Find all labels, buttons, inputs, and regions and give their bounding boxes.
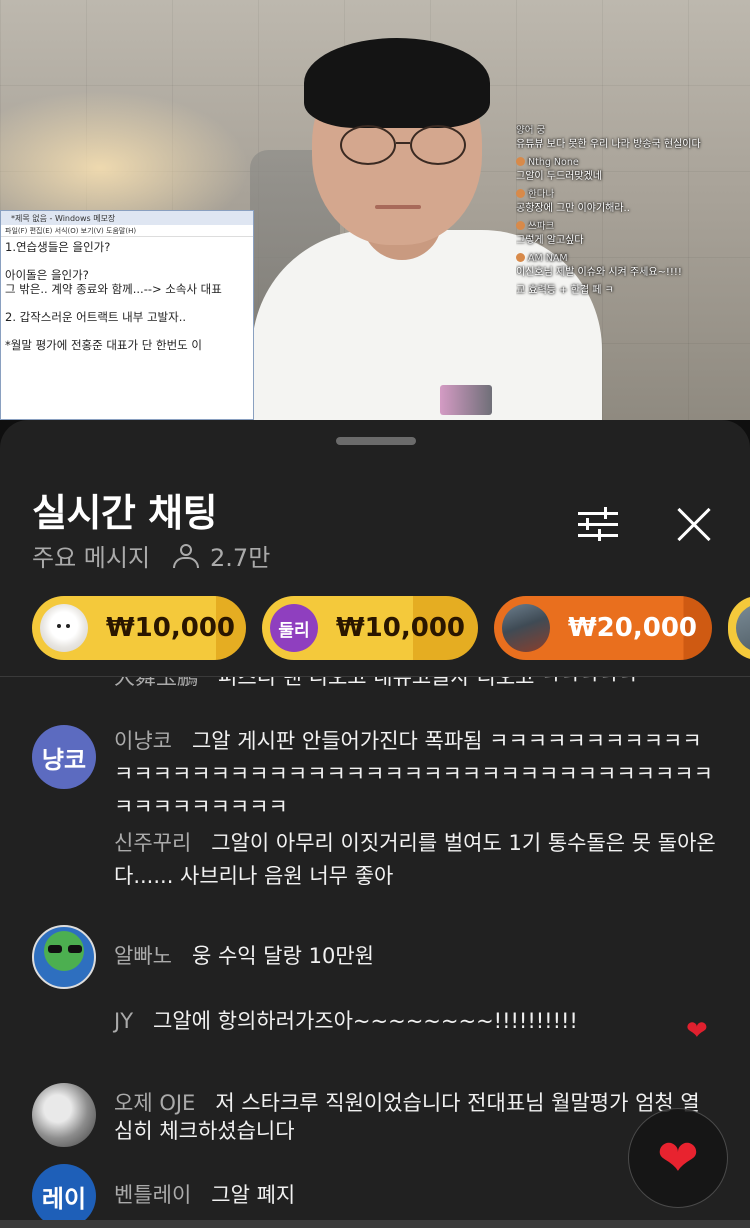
heart-icon: ❤ — [657, 1129, 699, 1187]
glasses-bridge — [396, 142, 410, 144]
message-author[interactable]: 벤틀레이 — [114, 1183, 191, 1207]
notepad-title: *제목 없음 - Windows 메모장 — [1, 211, 253, 225]
avatar[interactable]: 레이 — [32, 1164, 96, 1228]
message-text: 그알 게시판 안들어가진다 폭파됨 ㅋㅋㅋㅋㅋㅋㅋㅋㅋㅋㅋㅋㅋㅋㅋㅋㅋㅋㅋㅋㅋㅋ… — [114, 729, 713, 819]
chat-mode-label[interactable]: 주요 메시지 — [32, 538, 150, 573]
background-lamp — [0, 90, 250, 220]
overlay-chat-text: 그알이 두드러맞겠네 — [516, 171, 602, 182]
stream-chat-overlay: 양어 궁 유튜뷰 보다 못한 우리 나라 방송국 현실이다 Nthg None … — [516, 124, 750, 420]
notepad-window: *제목 없음 - Windows 메모장 파일(F) 편집(E) 서식(O) 보… — [0, 210, 254, 420]
overlay-chat-item: 쓰파크 그렇게 알고싶다 — [516, 220, 750, 248]
message-text: 그알이 아무리 이짓거리를 벌여도 1기 통수돌은 못 돌아온다...... 사… — [114, 831, 716, 888]
message-body: 大舞玉鵬 퍼즈디 랜 디오고 내뷰고글자 디오고 ㅋㅋㅋㅋㅋ — [114, 677, 718, 691]
user-dot-icon — [516, 253, 525, 262]
shirt-print — [440, 385, 492, 415]
drag-handle[interactable] — [336, 437, 416, 445]
message-author[interactable]: 오제 OJE — [114, 1091, 195, 1115]
video-player[interactable]: *제목 없음 - Windows 메모장 파일(F) 편집(E) 서식(O) 보… — [0, 0, 750, 420]
message-body: 벤틀레이 그알 폐지 — [114, 1181, 718, 1209]
overlay-chat-name-row: Nthg None — [516, 156, 750, 170]
ticker-item[interactable]: 둘리 ₩10,000 — [262, 596, 478, 660]
glasses-right — [410, 125, 466, 165]
message-author[interactable]: 이냥코 — [114, 729, 172, 753]
chat-subheader: 주요 메시지 2.7만 — [32, 538, 270, 573]
ticker-item[interactable] — [728, 596, 750, 660]
avatar[interactable]: 냥코 — [32, 725, 96, 789]
overlay-chat-item: 양어 궁 유튜뷰 보다 못한 우리 나라 방송국 현실이다 — [516, 124, 750, 152]
message-body: 오제 OJE 저 스타크루 직원이었습니다 전대표님 월말평가 엄청 열심히 체크… — [114, 1089, 702, 1145]
user-dot-icon — [516, 157, 525, 166]
overlay-chat-name-row: 한다나 — [516, 188, 750, 202]
streamer-mouth — [375, 205, 421, 209]
overlay-chat-name: Nthg None — [528, 157, 579, 168]
ticker-amount: ₩10,000 — [106, 613, 236, 643]
close-icon[interactable] — [674, 506, 712, 544]
notepad-body: 1.연습생들은 을인가? 아이돌은 을인가? 그 밖은.. 계약 종료와 함께.… — [5, 240, 222, 352]
ticker-item[interactable]: ₩20,000 — [494, 596, 712, 660]
message-body: 이냥코 그알 게시판 안들어가진다 폭파됨 ㅋㅋㅋㅋㅋㅋㅋㅋㅋㅋㅋㅋㅋㅋㅋㅋㅋㅋㅋ… — [114, 725, 718, 824]
tune-icon[interactable] — [578, 506, 618, 542]
user-dot-icon — [516, 189, 525, 198]
donor-avatar: 둘리 — [270, 604, 318, 652]
ticker-amount: ₩10,000 — [336, 613, 466, 643]
donor-avatar — [502, 604, 550, 652]
overlay-chat-item: AM NAM 이신호님 제발 이슈와 시켜 주세요~!!!! — [516, 252, 750, 280]
sheet-title: 실시간 채팅 — [32, 491, 218, 535]
message-text: 웅 수익 달랑 10만원 — [191, 944, 374, 968]
message-author[interactable]: 알빠노 — [114, 944, 172, 968]
overlay-chat-name: 한다나 — [528, 189, 555, 200]
person-icon — [172, 543, 200, 569]
overlay-chat-text: 유튜뷰 보다 못한 우리 나라 방송국 현실이다 — [516, 139, 701, 150]
message-body: JY 그알에 항의하러가즈아~~~~~~~~!!!!!!!!!! — [114, 1007, 718, 1035]
overlay-chat-item: 한다나 공항장에 그만 이야기해라.. — [516, 188, 750, 216]
overlay-chat-text: 교 효력등 + 한겹 페 ㅋ — [516, 285, 614, 296]
overlay-chat-text: 이신호님 제발 이슈와 시켜 주세요~!!!! — [516, 267, 682, 278]
overlay-chat-name: 쓰파크 — [528, 221, 555, 232]
floating-heart-icon: ❤ — [686, 1016, 708, 1046]
message-body: 신주꾸리 그알이 아무리 이짓거리를 벌여도 1기 통수돌은 못 돌아온다....… — [114, 827, 718, 893]
overlay-chat-name-row: 쓰파크 — [516, 220, 750, 234]
message-text: 퍼즈디 랜 디오고 내뷰고글자 디오고 ㅋㅋㅋㅋㅋ — [218, 677, 638, 689]
notepad-menu: 파일(F) 편집(E) 서식(O) 보기(V) 도움말(H) — [1, 225, 253, 237]
overlay-chat-text: 그렇게 알고싶다 — [516, 235, 584, 246]
message-author[interactable]: JY — [114, 1009, 133, 1033]
avatar[interactable] — [32, 1083, 96, 1147]
ticker-amount: ₩20,000 — [568, 613, 698, 643]
viewer-count-value: 2.7만 — [210, 544, 271, 572]
overlay-chat-text: 공항장에 그만 이야기해라.. — [516, 203, 630, 214]
overlay-chat-item: 교 효력등 + 한겹 페 ㅋ — [516, 284, 750, 298]
overlay-chat-name-row: AM NAM — [516, 252, 750, 266]
avatar-eye — [68, 945, 82, 953]
donor-avatar — [40, 604, 88, 652]
streamer-hair — [304, 38, 490, 128]
user-dot-icon — [516, 221, 525, 230]
message-author[interactable]: 신주꾸리 — [114, 831, 191, 855]
avatar[interactable] — [32, 925, 96, 989]
super-chat-ticker: ₩10,000 둘리 ₩10,000 ₩20,000 — [0, 596, 750, 662]
overlay-chat-name: 양어 궁 — [516, 125, 546, 136]
glasses-left — [340, 125, 396, 165]
message-text: 그알에 항의하러가즈아~~~~~~~~!!!!!!!!!! — [153, 1009, 578, 1033]
heart-reaction-button[interactable]: ❤ — [628, 1108, 728, 1208]
message-text: 그알 폐지 — [211, 1183, 296, 1207]
overlay-chat-item: Nthg None 그알이 두드러맞겠네 — [516, 156, 750, 184]
live-chat-sheet: 실시간 채팅 주요 메시지 2.7만 ₩10,000 둘리 ₩10,000 ₩2… — [0, 420, 750, 1228]
overlay-chat-name: AM NAM — [528, 253, 568, 264]
message-body: 알빠노 웅 수익 달랑 10만원 — [114, 942, 718, 970]
message-text: 저 스타크루 직원이었습니다 전대표님 월말평가 엄청 열심히 체크하셨습니다 — [114, 1091, 700, 1143]
donor-avatar — [736, 604, 750, 652]
message-author[interactable]: 大舞玉鵬 — [114, 677, 198, 689]
viewer-count: 2.7만 — [172, 538, 270, 573]
avatar-eye — [48, 945, 62, 953]
ticker-item[interactable]: ₩10,000 — [32, 596, 246, 660]
bottom-edge — [0, 1220, 750, 1228]
